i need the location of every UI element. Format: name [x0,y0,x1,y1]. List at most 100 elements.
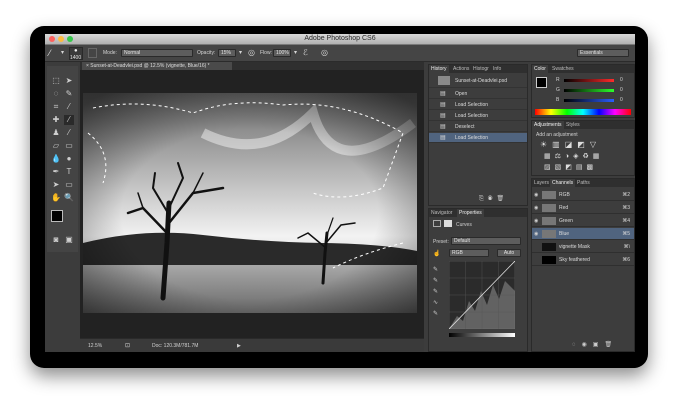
gradient-tool-icon[interactable]: ▭ [64,141,74,151]
curves-graph[interactable] [449,261,515,329]
tab-adjustments[interactable]: Adjustments [532,121,564,129]
channel-shortcut: ⌘\ [623,244,630,250]
preset-dropdown[interactable]: Default [451,237,521,245]
tab-actions[interactable]: Actions [451,65,471,73]
crop-tool-icon[interactable]: ⌗ [51,102,61,112]
history-brush-icon[interactable]: ⁄ [64,128,74,138]
pen-tool-icon[interactable]: ✒ [51,167,61,177]
lasso-tool-icon[interactable]: ◌ [51,89,61,99]
channel-row-rgb[interactable]: ◉ RGB ⌘2 [532,189,634,201]
blue-value[interactable]: 0 [620,97,623,103]
flow-chevron-icon[interactable]: ▾ [294,49,297,56]
visibility-eye-icon[interactable]: ◉ [534,202,538,214]
history-panel: History Actions Histogr Info Sunset-at-D… [428,64,528,206]
rectangle-tool-icon[interactable]: ▭ [64,180,74,190]
mode-dropdown[interactable]: Normal [121,49,193,57]
move-tool-icon[interactable]: ⬚ [51,76,61,86]
channel-dropdown[interactable]: RGB [449,249,489,257]
channel-row-green[interactable]: ◉ Green ⌘4 [532,215,634,227]
blur-tool-icon[interactable]: 💧 [51,154,61,164]
eraser-tool-icon[interactable]: ▱ [51,141,61,151]
workspace-dropdown[interactable]: Essentials [577,49,629,57]
tools-panel: ⬚ ➤ ◌ ✎ ⌗ ⁄ ✚ ⁄ ♟ ⁄ ▱ ▭ 💧 ● ✒ T ➤ ▭ ✋ 🔍 … [47,66,78,252]
foreground-color-chip[interactable] [536,77,547,88]
green-label: G [556,87,560,93]
brush-preset-picker[interactable]: ● 1400 [69,47,83,61]
channel-row-sky-feathered[interactable]: Sky feathered ⌘6 [532,254,634,266]
adjustment-icons-row-3[interactable]: ▨▧◩▤▩ [544,163,597,171]
screen-mode-icon[interactable]: ▣ [64,235,74,245]
type-tool-icon[interactable]: T [64,167,74,177]
tab-swatches[interactable]: Swatches [550,65,576,73]
history-snapshot[interactable]: Sunset-at-Deadvlei.psd [429,74,527,88]
pressure-size-icon[interactable]: ◎ [321,48,328,57]
tab-paths[interactable]: Paths [575,179,592,187]
move-arrow-icon[interactable]: ➤ [64,76,74,86]
tab-properties[interactable]: Properties [457,209,484,217]
tab-info[interactable]: Info [491,65,503,73]
properties-panel: Navigator Properties Curves Preset: Defa… [428,208,528,352]
channels-footer-icons[interactable]: ◌◉▣🗑 [572,341,618,348]
blue-slider[interactable] [564,99,614,102]
photoshop-window: Adobe Photoshop CS6 ⁄ ▾ ● 1400 Mode: Nor… [45,34,635,352]
visibility-eye-icon[interactable]: ◉ [534,189,538,201]
opacity-chevron-icon[interactable]: ▾ [239,49,242,56]
channel-row-vignette-mask[interactable]: vignette Mask ⌘\ [532,241,634,253]
quick-mask-icon[interactable]: ◙ [51,235,61,245]
red-value[interactable]: 0 [620,77,623,83]
tab-history[interactable]: History [429,65,449,73]
document-tab[interactable]: × Sunset-at-Deadvlei.psd @ 12.5% (vignet… [82,62,232,70]
history-item[interactable]: ▤ Deselect [429,122,527,132]
brush-tool-active-icon[interactable]: ⁄ [64,115,74,125]
auto-button[interactable]: Auto [497,249,521,257]
zoom-tool-icon[interactable]: 🔍 [64,193,74,203]
green-value[interactable]: 0 [620,87,623,93]
path-selection-icon[interactable]: ➤ [51,180,61,190]
flow-field[interactable]: 100% [273,49,291,57]
eyedropper-tool-icon[interactable]: ⁄ [64,102,74,112]
status-menu-arrow-icon[interactable]: ▶ [237,343,241,349]
tab-color[interactable]: Color [532,65,548,73]
tab-histogram[interactable]: Histogr [471,65,491,73]
on-image-adjust-icon[interactable]: ☝ [433,250,440,257]
color-spectrum-bar[interactable] [535,109,631,115]
airbrush-icon[interactable]: ℰ [303,48,308,57]
brush-panel-toggle-icon[interactable] [88,48,97,58]
document-canvas[interactable] [83,93,417,313]
visibility-eye-icon[interactable]: ◉ [534,215,538,227]
brush-tool-icon[interactable]: ⁄ [49,48,51,58]
adjustment-icons-row-1[interactable]: ☀▥◪◩▽ [540,140,601,149]
tab-navigator[interactable]: Navigator [429,209,454,217]
history-footer-icons[interactable]: ⎘◉🗑 [479,195,508,203]
adjustment-icons-row-2[interactable]: ▦⚖◑◈♻▦ [544,152,603,160]
visibility-eye-icon[interactable]: ◉ [534,228,538,240]
dodge-tool-icon[interactable]: ● [64,154,74,164]
history-item-selected[interactable]: ▤ Load Selection [429,133,527,143]
history-item[interactable]: ▤ Load Selection [429,111,527,121]
curves-tool-icons[interactable]: ✎ ✎ ✎ ∿ ✎ [433,265,441,320]
mask-icon[interactable] [444,220,452,227]
history-item-label: Load Selection [455,135,489,141]
history-item[interactable]: ▤ Load Selection [429,100,527,110]
zoom-level[interactable]: 12.5% [88,343,102,349]
status-info-icon[interactable]: ⊡ [125,342,130,349]
opacity-field[interactable]: 15% [218,49,236,57]
quick-selection-icon[interactable]: ✎ [64,89,74,99]
channel-row-blue[interactable]: ◉ Blue ⌘5 [532,228,634,240]
hand-tool-icon[interactable]: ✋ [51,193,61,203]
curves-gradient-bar [449,333,515,337]
tab-styles[interactable]: Styles [564,121,582,129]
history-panel-tabs: History Actions Histogr Info [429,65,527,73]
red-slider[interactable] [564,79,614,82]
channel-row-red[interactable]: ◉ Red ⌘3 [532,202,634,214]
brush-tip-icon: ● [74,48,78,54]
pressure-opacity-icon[interactable]: ◎ [248,48,255,57]
healing-brush-icon[interactable]: ✚ [51,115,61,125]
tab-channels[interactable]: Channels [550,179,576,187]
foreground-color-swatch[interactable] [51,210,63,222]
tool-preset-chevron-icon[interactable]: ▾ [61,49,64,56]
clone-stamp-icon[interactable]: ♟ [51,128,61,138]
green-slider[interactable] [564,89,614,92]
tab-layers[interactable]: Layers [532,179,551,187]
history-item[interactable]: ▤ Open [429,89,527,99]
